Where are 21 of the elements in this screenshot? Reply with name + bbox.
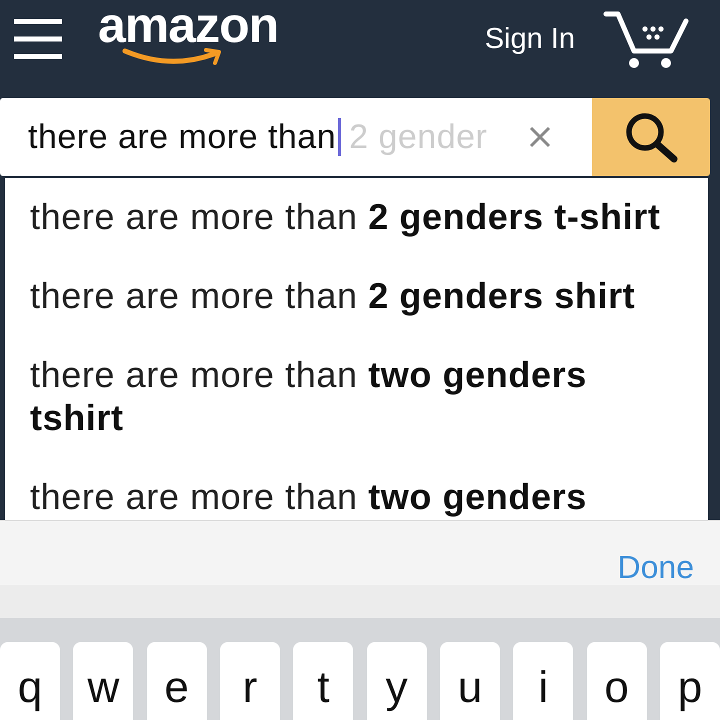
suggestion-item[interactable]: there are more than two genders: [5, 458, 708, 518]
sign-in-link[interactable]: Sign In: [484, 22, 575, 56]
suggestion-item[interactable]: there are more than 2 genders t-shirt: [5, 178, 708, 257]
search-button[interactable]: [592, 98, 710, 176]
keyboard-key[interactable]: t: [293, 642, 354, 720]
close-icon: [528, 125, 552, 149]
keyboard-key[interactable]: y: [366, 642, 427, 720]
cart-icon[interactable]: [603, 9, 689, 69]
keyboard-key[interactable]: w: [73, 642, 134, 720]
home-logo[interactable]: amazon: [98, 2, 278, 68]
keyboard-key[interactable]: e: [146, 642, 207, 720]
keyboard-key[interactable]: q: [0, 642, 60, 720]
suggestion-item[interactable]: there are more than two genders tshirt: [5, 336, 708, 458]
keyboard-key[interactable]: i: [513, 642, 574, 720]
keyboard-key[interactable]: u: [440, 642, 500, 720]
keyboard-key[interactable]: r: [220, 642, 280, 720]
clear-button[interactable]: [528, 125, 552, 149]
keyboard-key[interactable]: p: [660, 642, 720, 720]
menu-icon[interactable]: [14, 19, 62, 59]
keyboard-key[interactable]: o: [586, 642, 647, 720]
suggestion-item[interactable]: there are more than 2 genders shirt: [5, 257, 708, 336]
